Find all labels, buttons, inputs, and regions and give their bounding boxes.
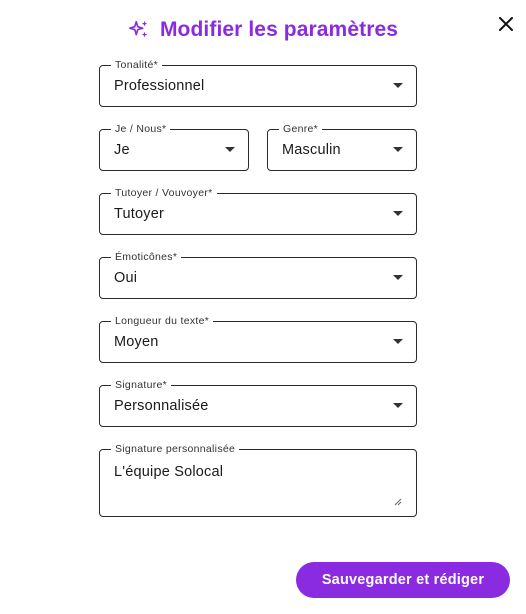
tutoyer-label: Tutoyer / Vouvoyer* [111,186,217,200]
resize-handle-icon[interactable] [394,498,402,506]
signature-label: Signature* [111,378,172,392]
save-and-write-button[interactable]: Sauvegarder et rédiger [296,562,510,598]
emoticones-select[interactable]: Émoticônes* Oui [99,250,417,299]
je-nous-label: Je / Nous* [111,122,171,136]
close-button[interactable] [494,12,518,36]
caret-down-icon [393,147,403,152]
close-icon [499,17,513,31]
tonalite-label: Tonalité* [111,58,162,72]
genre-label: Genre* [279,122,323,136]
je-nous-value: Je [114,142,130,158]
tutoyer-select[interactable]: Tutoyer / Vouvoyer* Tutoyer [99,186,417,235]
dialog-header: Modifier les paramètres [0,14,526,46]
signature-select[interactable]: Signature* Personnalisée [99,378,417,427]
caret-down-icon [393,83,403,88]
longueur-label: Longueur du texte* [111,314,214,328]
genre-value: Masculin [282,142,341,158]
caret-down-icon [225,147,235,152]
longueur-value: Moyen [114,334,159,350]
dialog-title: Modifier les paramètres [159,18,399,41]
signature-perso-label: Signature personnalisée [111,442,240,456]
sparkles-icon [128,19,150,41]
emoticones-label: Émoticônes* [111,250,182,264]
signature-perso-textarea[interactable]: Signature personnalisée L'équipe Solocal [99,442,417,517]
caret-down-icon [393,339,403,344]
je-nous-select[interactable]: Je / Nous* Je [99,122,249,171]
signature-perso-value[interactable]: L'équipe Solocal [114,463,223,481]
longueur-select[interactable]: Longueur du texte* Moyen [99,314,417,363]
signature-value: Personnalisée [114,398,209,414]
genre-select[interactable]: Genre* Masculin [267,122,417,171]
tonalite-value: Professionnel [114,78,205,94]
settings-dialog: Modifier les paramètres Tonalité* Profes… [0,0,526,614]
tonalite-select[interactable]: Tonalité* Professionnel [99,58,417,107]
caret-down-icon [393,211,403,216]
caret-down-icon [393,403,403,408]
emoticones-value: Oui [114,270,138,286]
tutoyer-value: Tutoyer [114,206,165,222]
caret-down-icon [393,275,403,280]
